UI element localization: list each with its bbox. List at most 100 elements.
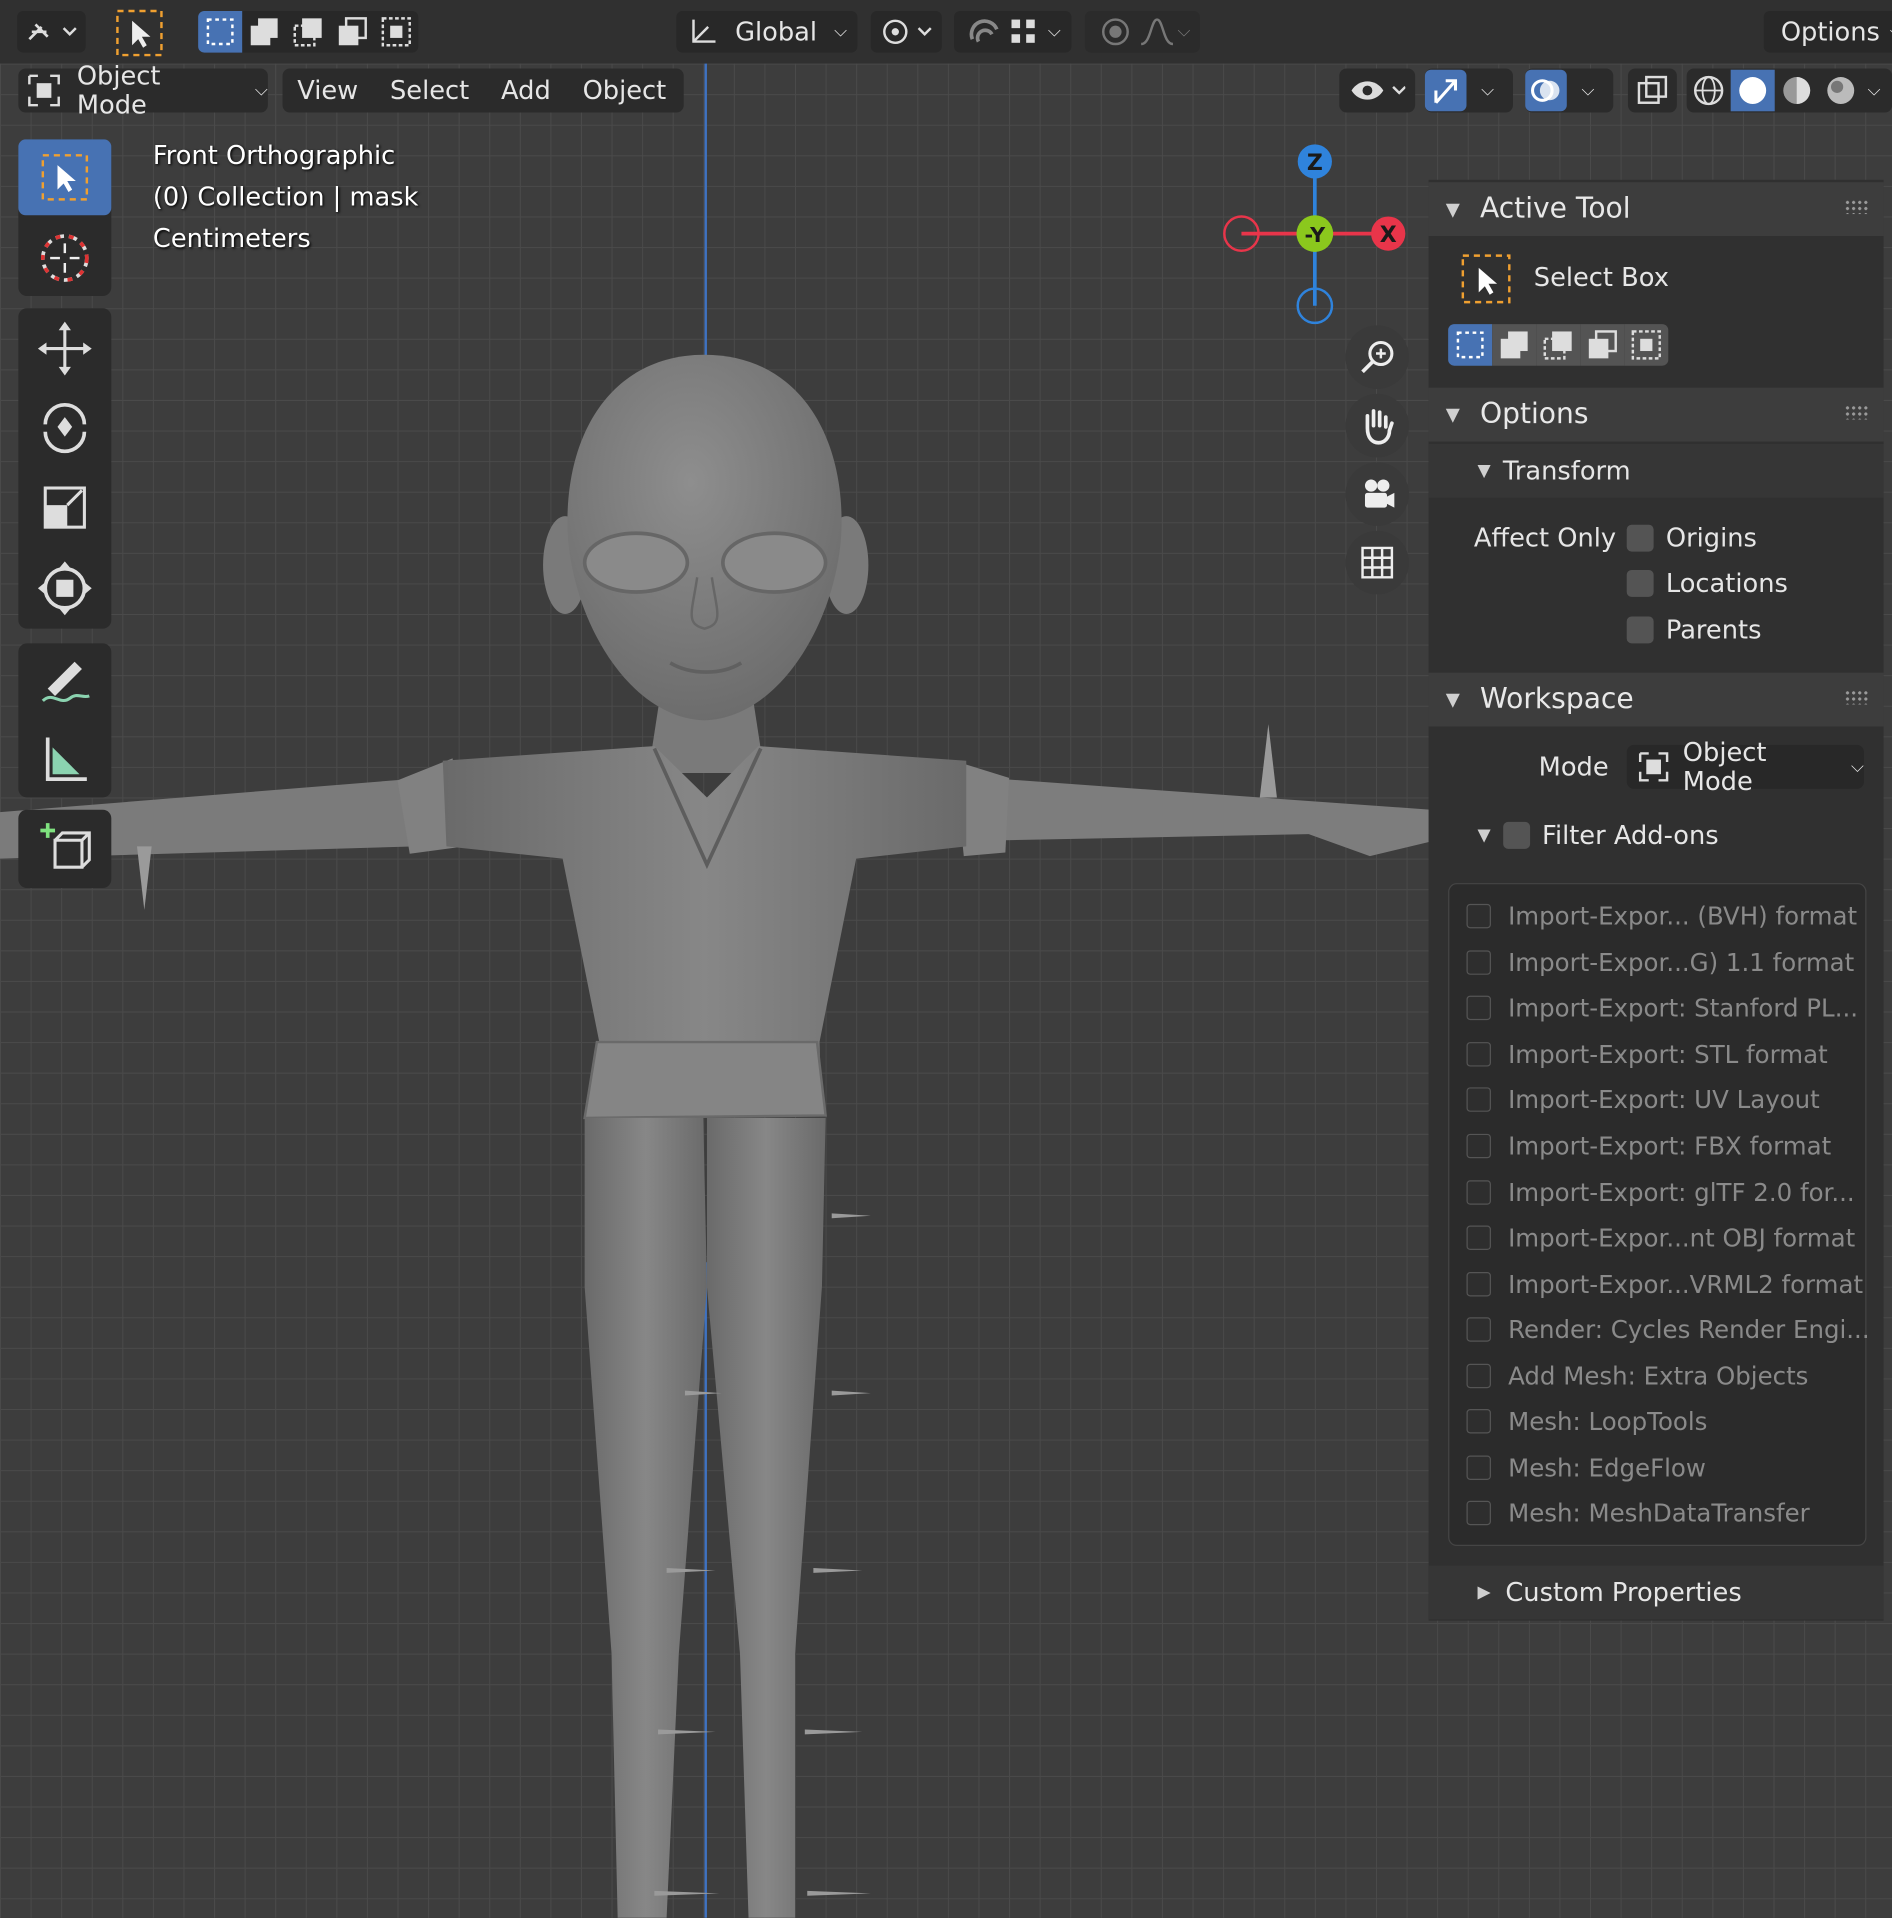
addon-checkbox[interactable] <box>1466 1363 1491 1389</box>
overlays-toggle-button[interactable] <box>1525 69 1567 112</box>
tool-transform[interactable] <box>18 550 111 626</box>
proportional-editing-icon[interactable] <box>1094 15 1136 49</box>
shading-wireframe-button[interactable] <box>1687 70 1731 112</box>
addon-checkbox[interactable] <box>1466 1455 1491 1480</box>
addon-checkbox[interactable] <box>1466 995 1491 1021</box>
drag-handle-icon[interactable] <box>1844 689 1869 705</box>
tool-add-cube[interactable] <box>18 810 111 886</box>
addon-checkbox[interactable] <box>1466 1272 1491 1297</box>
workspace-mode-dropdown[interactable]: Object Mode ⌵ <box>1626 738 1865 796</box>
ortho-toggle-button[interactable] <box>1345 530 1410 595</box>
character-mesh[interactable] <box>0 64 1432 1918</box>
zoom-button[interactable] <box>1345 325 1410 389</box>
shading-solid-button[interactable] <box>1730 69 1775 112</box>
filter-addons-checkbox[interactable] <box>1502 821 1530 849</box>
addon-item[interactable]: Render: Cycles Render Engi... <box>1466 1307 1870 1351</box>
menu-select[interactable]: Select <box>373 70 486 112</box>
sidebar-select-extend-button[interactable] <box>1492 324 1537 366</box>
addon-item[interactable]: Mesh: LoopTools <box>1466 1399 1707 1443</box>
addon-checkbox[interactable] <box>1466 1317 1491 1342</box>
xray-toggle-button[interactable] <box>1627 68 1677 113</box>
addon-item[interactable]: Import-Export: Stanford PL... <box>1466 986 1858 1030</box>
pivot-point-dropdown[interactable] <box>870 11 942 53</box>
addon-item[interactable]: Add Mesh: Extra Objects <box>1466 1354 1808 1398</box>
addon-label: Mesh: MeshDataTransfer <box>1508 1498 1810 1528</box>
filter-addons-row[interactable]: ▼ Filter Add-ons <box>1429 808 1884 862</box>
selection-mode-group <box>198 11 419 53</box>
addon-checkbox[interactable] <box>1466 903 1491 929</box>
origins-checkbox[interactable] <box>1626 524 1654 552</box>
menu-add[interactable]: Add <box>486 70 565 112</box>
select-intersect-button[interactable] <box>374 11 418 53</box>
chevron-down-icon[interactable]: ⌵ <box>1868 81 1881 101</box>
tool-measure[interactable] <box>18 722 111 798</box>
tool-move[interactable] <box>18 311 111 387</box>
locations-checkbox[interactable] <box>1626 569 1654 597</box>
menu-view[interactable]: View <box>283 70 373 112</box>
sidebar-select-subtract-button[interactable] <box>1536 324 1581 366</box>
drag-handle-icon[interactable] <box>1844 199 1869 215</box>
transform-subpanel-header[interactable]: ▼ Transform <box>1428 443 1884 498</box>
3d-viewport[interactable]: Front Orthographic (0) Collection | mask… <box>0 63 1892 1918</box>
options-panel-header[interactable]: ▼ Options <box>1428 387 1884 442</box>
sidebar-select-intersect-button[interactable] <box>1624 324 1669 366</box>
select-invert-button[interactable] <box>330 11 374 53</box>
custom-properties-header[interactable]: ▶ Custom Properties <box>1428 1565 1884 1620</box>
workspace-panel-header[interactable]: ▼ Workspace <box>1428 672 1884 727</box>
addon-item[interactable]: Import-Export: UV Layout <box>1466 1078 1820 1122</box>
addon-item[interactable]: Import-Expor...G) 1.1 format <box>1466 941 1854 985</box>
overlays-dropdown[interactable]: ⌵ <box>1525 68 1614 113</box>
sidebar-select-new-button[interactable] <box>1448 324 1493 366</box>
tool-rotate[interactable] <box>18 389 111 465</box>
snap-increment-icon[interactable] <box>1006 15 1043 49</box>
addon-item[interactable]: Import-Expor... (BVH) format <box>1466 894 1857 938</box>
active-tool-button[interactable] <box>114 7 165 58</box>
tool-scale[interactable] <box>18 470 111 546</box>
addon-item[interactable]: Import-Export: STL format <box>1466 1032 1828 1076</box>
addon-item[interactable]: Import-Export: FBX format <box>1466 1124 1831 1168</box>
snap-magnet-icon[interactable] <box>965 15 1007 49</box>
addon-item[interactable]: Import-Export: glTF 2.0 for... <box>1466 1171 1855 1215</box>
addon-label: Import-Expor...VRML2 format <box>1508 1269 1864 1299</box>
addon-checkbox[interactable] <box>1466 1180 1491 1205</box>
addon-item[interactable]: Mesh: EdgeFlow <box>1466 1446 1706 1490</box>
addon-checkbox[interactable] <box>1466 1225 1491 1251</box>
transform-orientation-dropdown[interactable]: Global ⌵ <box>676 11 858 53</box>
parents-checkbox[interactable] <box>1626 616 1654 644</box>
chevron-down-icon[interactable]: ⌵ <box>1177 22 1190 42</box>
select-new-button[interactable] <box>198 11 243 53</box>
gizmo-toggle-button[interactable] <box>1424 69 1467 112</box>
right-arm <box>1002 779 1432 857</box>
shading-rendered-button[interactable] <box>1819 70 1863 112</box>
hand-pan-icon <box>1365 409 1394 445</box>
sidebar-select-invert-button[interactable] <box>1580 324 1625 366</box>
gizmo-dropdown[interactable]: ⌵ <box>1424 68 1513 113</box>
addon-item[interactable]: Import-Expor...VRML2 format <box>1466 1262 1863 1306</box>
options-dropdown[interactable]: Options ⌵ <box>1763 11 1892 53</box>
addon-item[interactable]: Import-Expor...nt OBJ format <box>1466 1216 1855 1260</box>
active-tool-panel-header[interactable]: ▼ Active Tool <box>1428 182 1884 237</box>
visibility-dropdown[interactable] <box>1339 68 1416 113</box>
menu-object[interactable]: Object <box>565 70 683 112</box>
addon-item[interactable]: Mesh: MeshDataTransfer <box>1466 1491 1810 1535</box>
pan-button[interactable] <box>1345 393 1410 458</box>
tool-select-box[interactable] <box>18 139 112 216</box>
editor-type-button[interactable] <box>17 11 86 53</box>
addon-checkbox[interactable] <box>1466 1500 1491 1526</box>
addon-checkbox[interactable] <box>1466 950 1491 975</box>
addon-checkbox[interactable] <box>1466 1087 1491 1112</box>
mode-dropdown[interactable]: Object Mode ⌵ <box>18 61 268 120</box>
addon-checkbox[interactable] <box>1466 1409 1491 1434</box>
select-extend-button[interactable] <box>242 11 286 53</box>
select-subtract-button[interactable] <box>286 11 330 53</box>
chevron-down-icon[interactable]: ⌵ <box>1048 22 1061 42</box>
tool-annotate[interactable] <box>18 643 111 719</box>
addon-checkbox[interactable] <box>1466 1133 1491 1159</box>
addon-checkbox[interactable] <box>1466 1042 1491 1067</box>
tool-cursor[interactable] <box>18 220 111 296</box>
drag-handle-icon[interactable] <box>1844 404 1869 420</box>
camera-view-button[interactable] <box>1345 462 1410 526</box>
shading-material-button[interactable] <box>1775 70 1819 112</box>
navigation-gizmo[interactable]: Z X -Y <box>1217 137 1413 333</box>
falloff-curve-icon[interactable] <box>1136 15 1178 49</box>
